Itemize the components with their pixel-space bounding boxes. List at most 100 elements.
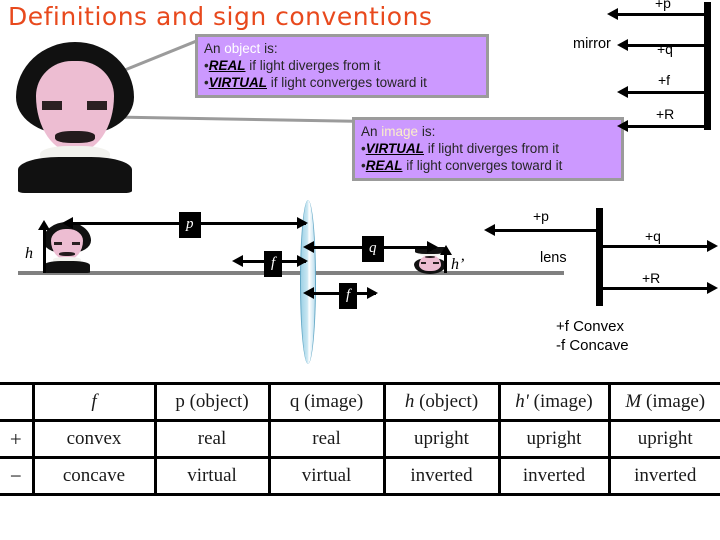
cell-p-negative: virtual [153, 456, 271, 496]
table-header-h-prime: h' (image) [497, 382, 611, 422]
image-distance-label: q [362, 236, 384, 262]
header-var-f: f [91, 391, 97, 412]
mirror-arrow-p-line [617, 13, 707, 16]
header-tail-q: (image) [299, 391, 364, 412]
portrait-brow-right [433, 262, 439, 264]
callout-object-lead-tail: is: [264, 41, 278, 56]
header-tail-h: (object) [414, 391, 479, 412]
focal-left-arrow-left [232, 255, 243, 267]
bullet-rest: if light diverges from it [427, 141, 560, 156]
portrait-moustache [54, 130, 96, 143]
cell-h-negative: inverted [382, 456, 501, 496]
callout-image-bullet-1: •VIRTUAL if light diverges from it [361, 140, 615, 157]
focal-left-arrow-right [297, 255, 308, 267]
lens-arrow-p-head [484, 224, 495, 236]
mirror-surface-bar [704, 2, 711, 130]
header-var-p: p [175, 391, 185, 412]
cell-h-positive: upright [382, 419, 501, 459]
header-var-q: q [289, 391, 300, 412]
table-header-sign [0, 382, 35, 422]
mirror-arrow-p-head [607, 8, 618, 20]
callout-image-lead-tail: is: [421, 124, 436, 139]
bullet-rest: if light converges toward it [270, 75, 427, 90]
header-tail-p: (object) [184, 391, 249, 412]
header-var-h-prime: h' [515, 391, 529, 412]
object-distance-arrow-right [297, 217, 308, 229]
table-header-M: M (image) [607, 382, 720, 422]
lens-arrow-p-line [494, 229, 598, 232]
lens-arrow-R-head [707, 282, 718, 294]
bullet-term: VIRTUAL [365, 141, 424, 156]
sign-convention-table: f p (object) q (image) h (object) h' (im… [0, 382, 720, 496]
mirror-arrow-R-label: +R [656, 106, 675, 122]
focal-right-label: f [339, 283, 358, 309]
table-header-q: q (image) [267, 382, 386, 422]
table-header-row: f p (object) q (image) h (object) h' (im… [0, 382, 720, 422]
bullet-rest: if light diverges from it [249, 58, 381, 73]
lens-arrow-R-label: +R [642, 270, 661, 286]
header-var-M: M [625, 391, 642, 412]
page-title: Definitions and sign conventions [8, 2, 433, 31]
callout-object-lead: An [204, 41, 221, 56]
table-row: − concave virtual virtual inverted inver… [0, 456, 720, 496]
portrait-moustache [58, 252, 76, 256]
callout-object-bullet-2: •VIRTUAL if light converges toward it [204, 74, 480, 91]
mirror-arrow-p-label: +p [655, 0, 671, 11]
bullet-rest: if light converges toward it [406, 158, 563, 173]
row-sign-negative: − [0, 456, 35, 496]
callout-image-bullet-2: •REAL if light converges toward it [361, 157, 615, 174]
cell-h-prime-negative: inverted [497, 456, 611, 496]
lens-arrow-p-label: +p [533, 208, 549, 224]
callout-object-heading: An object is: [204, 40, 480, 57]
portrait-coat [18, 157, 132, 193]
bullet-term: REAL [208, 58, 246, 73]
callout-object-keyword: object [224, 41, 261, 56]
cell-M-negative: inverted [607, 456, 720, 496]
callout-object-definition: An object is: •REAL if light diverges fr… [195, 34, 489, 98]
image-height-arrow-head [440, 245, 452, 255]
mirror-arrow-q-label: +q [657, 41, 673, 57]
lens-arrow-q-line [602, 245, 710, 248]
mirror-arrow-q-head [617, 39, 628, 51]
portrait-brow-right [86, 101, 107, 111]
mirror-arrow-f-line [627, 91, 707, 94]
focal-right-arrow-left [303, 287, 314, 299]
cell-q-positive: real [267, 419, 386, 459]
row-sign-positive: + [0, 419, 35, 459]
focal-right-arrow-right [367, 287, 378, 299]
image-height-label: h’ [451, 256, 465, 273]
image-distance-arrow-left [303, 241, 314, 253]
lens-label: lens [540, 250, 567, 266]
portrait-brow-right [71, 242, 80, 245]
cell-p-positive: real [153, 419, 271, 459]
object-portrait-icon [16, 42, 134, 193]
table-row: + convex real real upright upright uprig… [0, 419, 720, 459]
lens-plane-bar [596, 208, 603, 306]
table-header-h: h (object) [382, 382, 501, 422]
lens-arrow-q-head [707, 240, 718, 252]
portrait-coat [43, 261, 91, 273]
object-height-arrow-shaft [43, 228, 46, 273]
object-distance-label: p [179, 212, 201, 238]
bullet-term: VIRTUAL [208, 75, 267, 90]
callout-image-lead: An [361, 124, 378, 139]
portrait-brow-left [41, 101, 62, 111]
header-tail-M: (image) [641, 391, 706, 412]
portrait-brow-left [53, 242, 62, 245]
cell-f-negative: concave [31, 456, 157, 496]
focal-note-convex: +f Convex [556, 318, 624, 335]
header-var-h: h [404, 391, 415, 412]
cell-h-prime-positive: upright [497, 419, 611, 459]
mirror-convention-group: +p +q +f +R [600, 0, 720, 132]
callout-object-bullet-1: •REAL if light diverges from it [204, 57, 480, 74]
table-header-p: p (object) [153, 382, 271, 422]
focal-left-label: f [264, 251, 283, 277]
mirror-arrow-f-head [617, 86, 628, 98]
lens-arrow-R-line [602, 287, 710, 290]
image-distance-arrow-right [427, 241, 438, 253]
header-tail-h-prime: (image) [528, 391, 593, 412]
lens-arrow-q-label: +q [645, 228, 661, 244]
callout-image-definition: An image is: •VIRTUAL if light diverges … [352, 117, 624, 181]
object-distance-arrow-left [62, 217, 73, 229]
cell-M-positive: upright [607, 419, 720, 459]
